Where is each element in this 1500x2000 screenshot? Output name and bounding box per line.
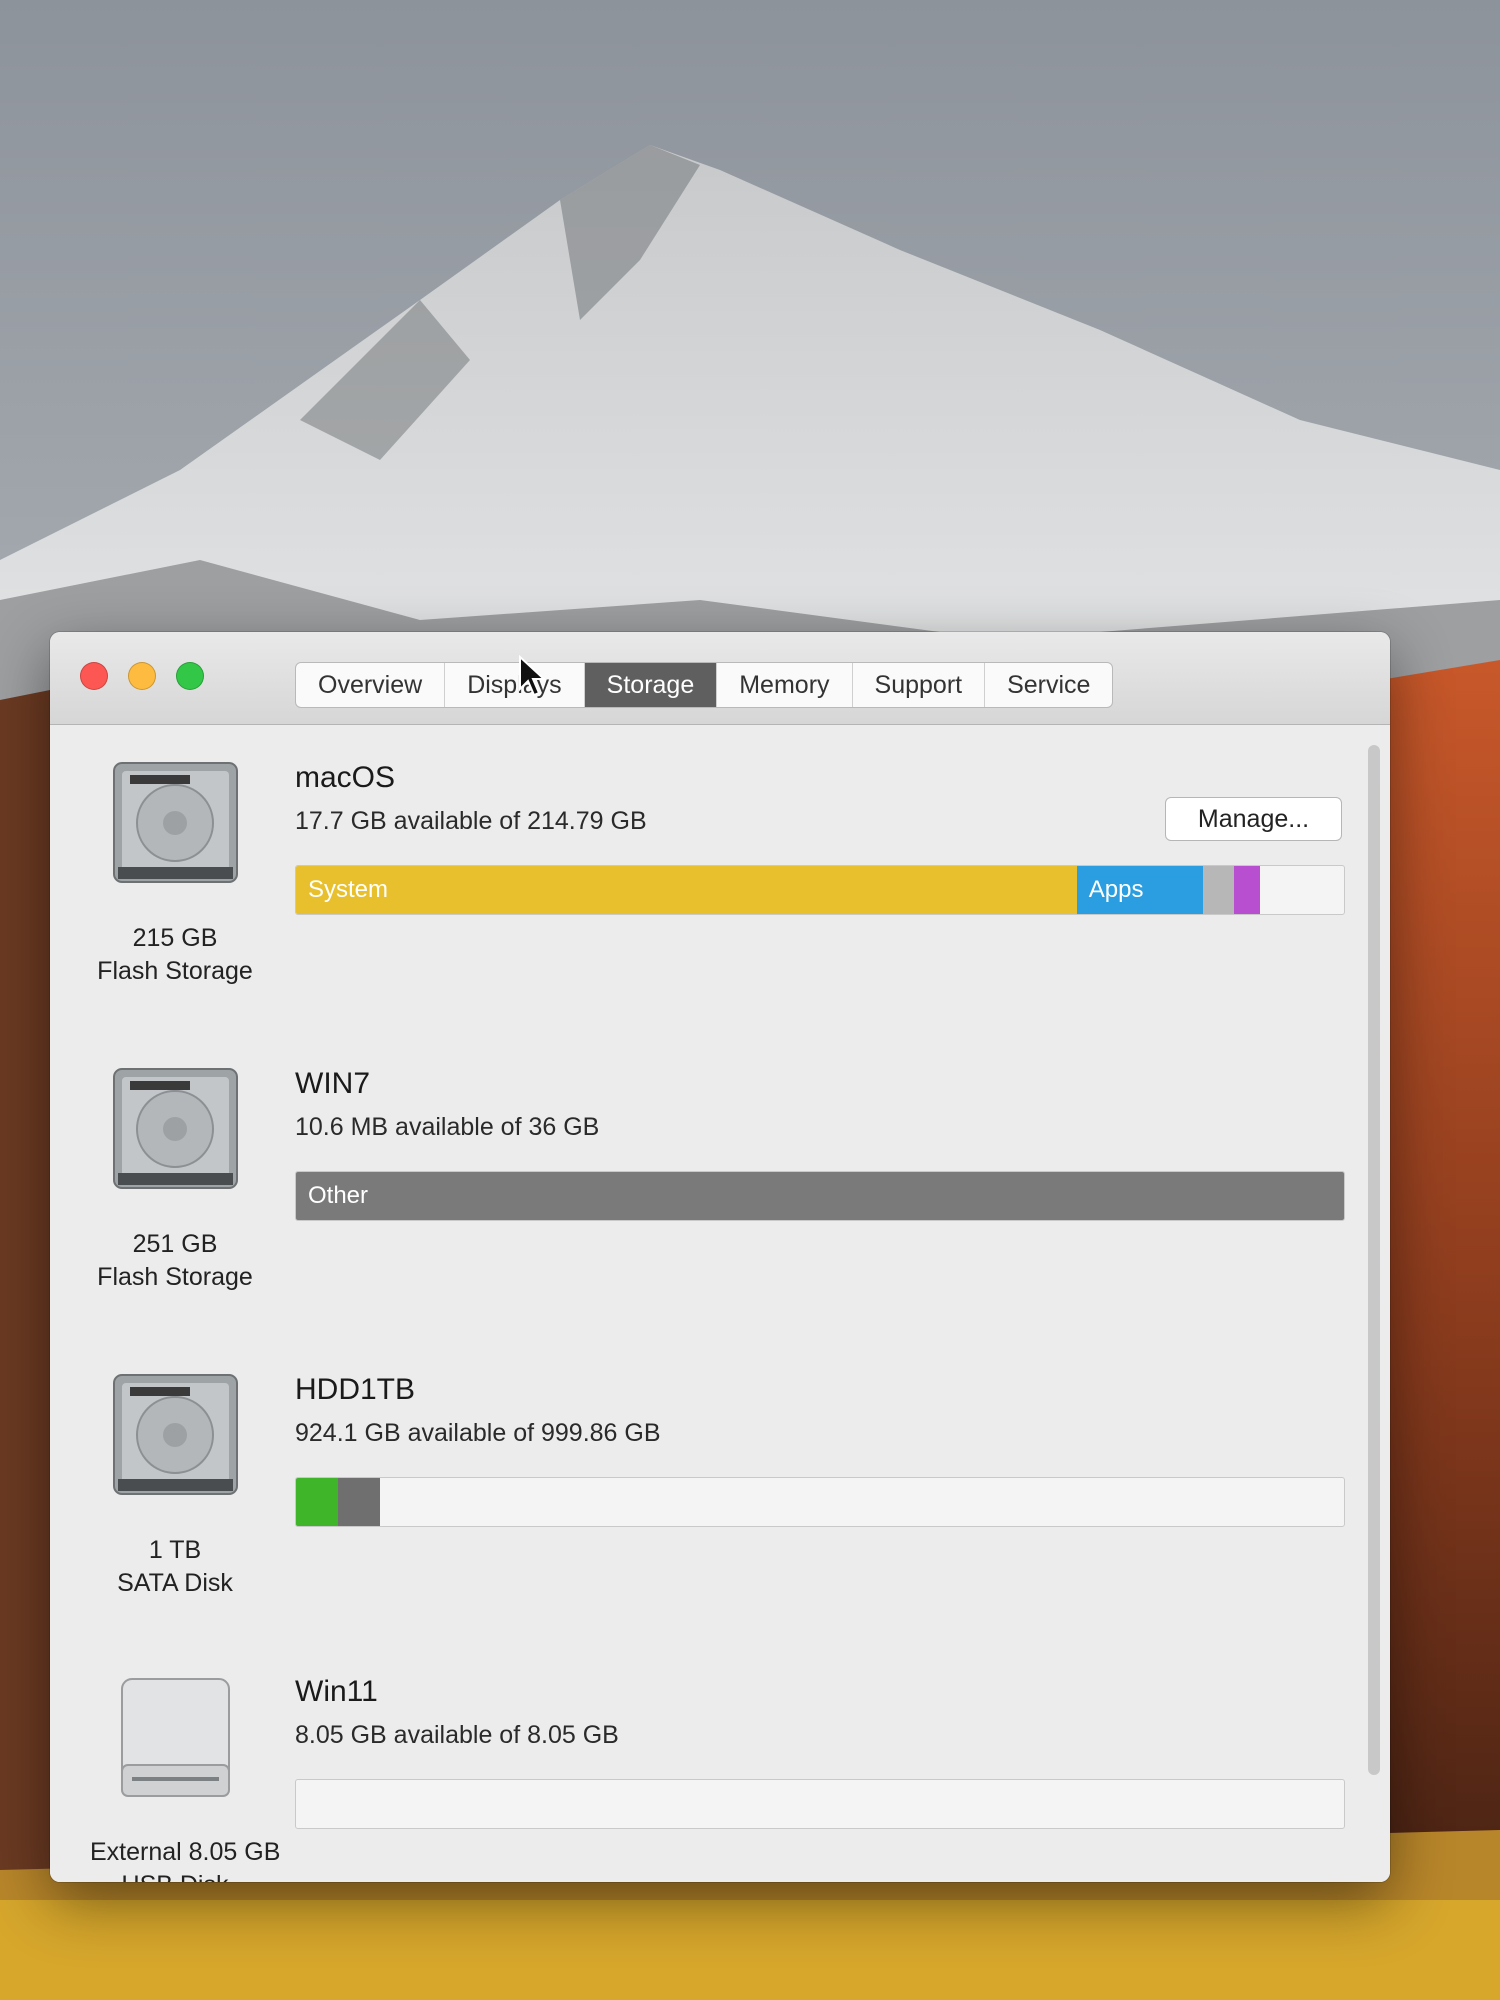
storage-pane: 215 GB Flash Storage macOS 17.7 GB avail… xyxy=(50,725,1390,1882)
disk-type-label: SATA Disk xyxy=(117,1569,233,1597)
storage-usage-bar: Other xyxy=(295,1171,1345,1221)
tab-storage[interactable]: Storage xyxy=(584,663,718,707)
usage-segment[interactable] xyxy=(337,1478,380,1526)
disk-row-macos: 215 GB Flash Storage macOS 17.7 GB avail… xyxy=(50,755,1345,1055)
vertical-scrollbar[interactable] xyxy=(1368,745,1380,1775)
disk-capacity-label: 215 GB xyxy=(132,924,218,952)
disk-type-label: Flash Storage xyxy=(97,957,253,985)
internal-disk-icon xyxy=(112,762,238,883)
tab-bar: Overview Displays Storage Memory Support… xyxy=(295,662,1114,708)
volume-available-text: 924.1 GB available of 999.86 GB xyxy=(295,1419,661,1447)
tab-displays[interactable]: Displays xyxy=(445,663,585,707)
internal-disk-icon xyxy=(112,1374,238,1495)
mouse-cursor-icon xyxy=(519,655,547,697)
usage-segment-apps[interactable]: Apps xyxy=(1076,866,1203,914)
volume-available-text: 8.05 GB available of 8.05 GB xyxy=(295,1721,619,1749)
volume-available-text: 17.7 GB available of 214.79 GB xyxy=(295,807,647,835)
tab-support[interactable]: Support xyxy=(853,663,986,707)
window-titlebar: Overview Displays Storage Memory Support… xyxy=(50,632,1390,725)
disk-type-label: Flash Storage xyxy=(97,1263,253,1291)
disk-row-hdd1tb: 1 TB SATA Disk HDD1TB 924.1 GB available… xyxy=(50,1367,1345,1667)
volume-name: macOS xyxy=(295,761,396,794)
zoom-window-button[interactable] xyxy=(176,662,204,690)
usage-segment-system[interactable]: System xyxy=(296,866,1077,914)
usage-segment[interactable] xyxy=(296,1478,338,1526)
manage-button[interactable]: Manage... xyxy=(1165,797,1342,841)
internal-disk-icon xyxy=(112,1068,238,1189)
usage-segment[interactable] xyxy=(1233,866,1261,914)
volume-available-text: 10.6 MB available of 36 GB xyxy=(295,1113,600,1141)
storage-usage-bar xyxy=(295,1477,1345,1527)
disk-capacity-label: 1 TB xyxy=(148,1536,202,1564)
volume-name: HDD1TB xyxy=(295,1373,416,1406)
tab-memory[interactable]: Memory xyxy=(717,663,853,707)
disk-type-label: USB Disk xyxy=(90,1869,260,1882)
disk-row-win11: External 8.05 GB USB Disk Win11 8.05 GB … xyxy=(50,1669,1345,1882)
disk-icon-group: 215 GB Flash Storage xyxy=(90,755,260,988)
tab-service[interactable]: Service xyxy=(985,663,1112,707)
usage-segment[interactable] xyxy=(1202,866,1234,914)
disk-icon-group: External 8.05 GB USB Disk xyxy=(90,1669,281,1882)
storage-usage-bar xyxy=(295,1779,1345,1829)
external-disk-icon xyxy=(120,1678,230,1797)
usage-segment-other[interactable]: Other xyxy=(296,1172,1344,1220)
minimize-window-button[interactable] xyxy=(128,662,156,690)
volume-name: Win11 xyxy=(295,1675,378,1708)
close-window-button[interactable] xyxy=(80,662,108,690)
volume-name: WIN7 xyxy=(295,1067,370,1100)
disk-icon-group: 251 GB Flash Storage xyxy=(90,1061,260,1294)
tab-overview[interactable]: Overview xyxy=(296,663,446,707)
disk-icon-group: 1 TB SATA Disk xyxy=(90,1367,260,1600)
disk-capacity-label: External 8.05 GB xyxy=(90,1838,281,1866)
system-information-window: Overview Displays Storage Memory Support… xyxy=(50,632,1390,1882)
storage-usage-bar: System Apps xyxy=(295,865,1345,915)
disk-capacity-label: 251 GB xyxy=(132,1230,218,1258)
disk-row-win7: 251 GB Flash Storage WIN7 10.6 MB availa… xyxy=(50,1061,1345,1361)
